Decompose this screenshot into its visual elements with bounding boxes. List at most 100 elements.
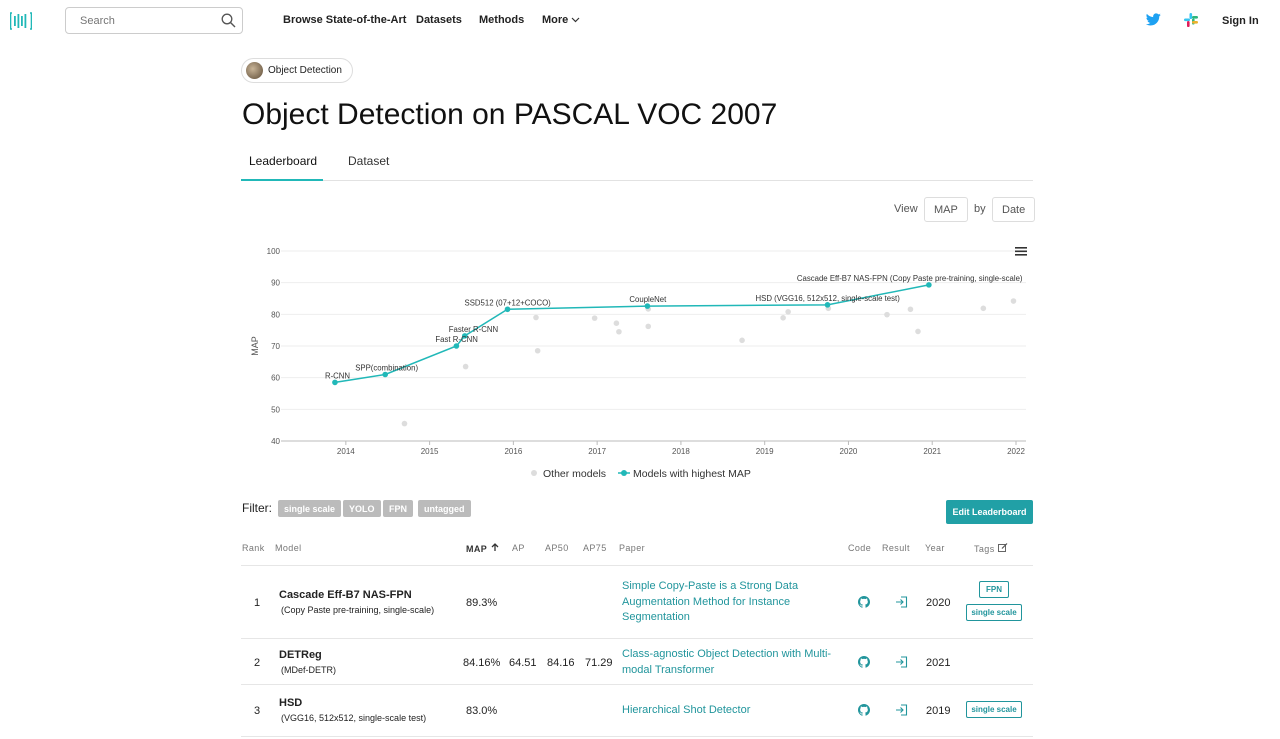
- search-icon[interactable]: [221, 13, 236, 28]
- y-tick-label: 80: [271, 310, 280, 319]
- axis-select[interactable]: Date: [992, 197, 1036, 222]
- metric-select-value: MAP: [934, 203, 958, 216]
- nav-browse-sota[interactable]: Browse State-of-the-Art: [283, 14, 406, 26]
- th-rank: Rank: [242, 543, 265, 553]
- search-input[interactable]: [66, 8, 211, 33]
- th-tags-label: Tags: [974, 544, 995, 554]
- model-detail: (VGG16, 512x512, single-scale test): [281, 713, 427, 723]
- sota-point: [382, 371, 389, 378]
- twitter-icon[interactable]: [1146, 13, 1161, 26]
- metric-select[interactable]: MAP: [924, 197, 968, 222]
- other-model-point: [401, 420, 408, 427]
- task-pill[interactable]: Object Detection: [241, 58, 353, 83]
- nav-datasets[interactable]: Datasets: [416, 14, 462, 26]
- model-name[interactable]: DETReg: [279, 649, 322, 661]
- sota-point-label: Cascade Eff-B7 NAS-FPN (Copy Paste pre-t…: [797, 274, 1023, 283]
- chart-menu-icon[interactable]: [1015, 247, 1027, 256]
- github-icon[interactable]: [858, 596, 870, 608]
- tag-fpn[interactable]: FPN: [979, 581, 1009, 598]
- top-navbar: Browse State-of-the-Art Datasets Methods…: [0, 0, 1280, 42]
- y-axis-ticks: 40 50 60 70 80 90 100: [267, 247, 281, 446]
- tab-leaderboard[interactable]: Leaderboard: [249, 154, 317, 168]
- edit-tags-icon[interactable]: [997, 543, 1008, 552]
- th-map[interactable]: MAP: [466, 543, 499, 554]
- edit-leaderboard-button[interactable]: Edit Leaderboard: [946, 500, 1033, 524]
- table-divider: [241, 565, 1033, 566]
- sota-point-label: HSD (VGG16, 512x512, single-scale test): [756, 294, 901, 303]
- sota-point-label: CoupleNet: [629, 295, 667, 304]
- task-pill-label: Object Detection: [268, 65, 342, 76]
- paperswithcode-logo-icon[interactable]: [10, 10, 32, 32]
- paper-link[interactable]: Class-agnostic Object Detection with Mul…: [622, 647, 837, 678]
- github-icon[interactable]: [858, 656, 870, 668]
- x-tick-label: 2018: [672, 447, 690, 456]
- paper-link[interactable]: Simple Copy-Paste is a Strong Data Augme…: [622, 579, 827, 626]
- filter-tag-fpn[interactable]: FPN: [383, 500, 413, 517]
- filter-tag-single-scale[interactable]: single scale: [278, 500, 342, 517]
- other-model-point: [534, 347, 541, 354]
- slack-icon[interactable]: [1184, 13, 1198, 27]
- sota-labels: R-CNN SPP(combination) Fast R-CNNFaster R-…: [325, 274, 1023, 381]
- filter-tag-yolo[interactable]: YOLO: [343, 500, 381, 517]
- y-tick-label: 60: [271, 374, 280, 383]
- y-tick-label: 90: [271, 279, 280, 288]
- legend-sota-marker: [621, 470, 627, 476]
- x-tick-label: 2015: [421, 447, 439, 456]
- th-year: Year: [925, 543, 945, 553]
- github-icon[interactable]: [858, 704, 870, 716]
- tag-single-scale[interactable]: single scale: [966, 701, 1022, 718]
- sign-in-link[interactable]: Sign In: [1222, 15, 1259, 27]
- th-ap75: AP75: [583, 543, 607, 553]
- tag-single-scale[interactable]: single scale: [966, 604, 1022, 621]
- filter-tag-untagged[interactable]: untagged: [418, 500, 471, 517]
- page-title: Object Detection on PASCAL VOC 2007: [242, 98, 778, 131]
- sota-point: [332, 379, 338, 386]
- ap50-cell: 84.16: [547, 657, 575, 669]
- sort-up-arrow-icon: [491, 543, 499, 551]
- other-model-point: [591, 315, 598, 321]
- result-link-icon[interactable]: [895, 656, 908, 668]
- sota-point: [644, 303, 651, 309]
- th-ap: AP: [512, 543, 525, 553]
- table-divider: [241, 638, 1033, 639]
- other-model-point: [616, 328, 622, 335]
- model-name[interactable]: HSD: [279, 697, 302, 709]
- paper-link[interactable]: Hierarchical Shot Detector: [622, 703, 842, 719]
- chart-legend: Other models Models with highest MAP: [531, 468, 751, 480]
- y-tick-label: 50: [271, 405, 280, 414]
- sota-chart: 40 50 60 70 80 90 100 2014 2015 2016 2017 2018 2019…: [250, 247, 1027, 480]
- x-tick-label: 2021: [923, 447, 941, 456]
- sota-point: [453, 343, 460, 349]
- other-model-point: [1010, 298, 1017, 304]
- nav-methods[interactable]: Methods: [479, 14, 524, 26]
- sota-point-label: SPP(combination): [355, 364, 418, 373]
- view-label: View: [894, 203, 918, 215]
- search-box[interactable]: [65, 7, 243, 34]
- th-paper: Paper: [619, 543, 646, 553]
- th-result: Result: [882, 543, 910, 553]
- nav-more[interactable]: More: [542, 14, 580, 26]
- other-model-point: [780, 315, 786, 321]
- sota-point: [824, 302, 831, 308]
- y-axis-label: MAP: [250, 336, 260, 356]
- rank-cell: 2: [254, 657, 261, 669]
- y-tick-label: 40: [271, 437, 280, 446]
- other-model-point: [907, 306, 914, 313]
- result-link-icon[interactable]: [895, 596, 908, 608]
- x-tick-label: 2016: [504, 447, 522, 456]
- tab-bar: Leaderboard Dataset: [241, 142, 1033, 181]
- other-model-point: [462, 363, 469, 370]
- sota-point: [926, 282, 932, 288]
- rank-cell: 3: [254, 705, 261, 717]
- by-label: by: [974, 203, 986, 215]
- tab-dataset[interactable]: Dataset: [348, 154, 389, 168]
- legend-other-label[interactable]: Other models: [543, 468, 606, 480]
- year-cell: 2020: [926, 597, 951, 609]
- chevron-down-icon: [571, 17, 580, 23]
- result-link-icon[interactable]: [895, 704, 908, 716]
- legend-sota-label[interactable]: Models with highest MAP: [633, 468, 751, 480]
- model-name[interactable]: Cascade Eff-B7 NAS-FPN: [279, 589, 412, 601]
- x-tick-label: 2019: [756, 447, 774, 456]
- task-thumbnail: [246, 62, 263, 79]
- sota-point: [504, 306, 511, 313]
